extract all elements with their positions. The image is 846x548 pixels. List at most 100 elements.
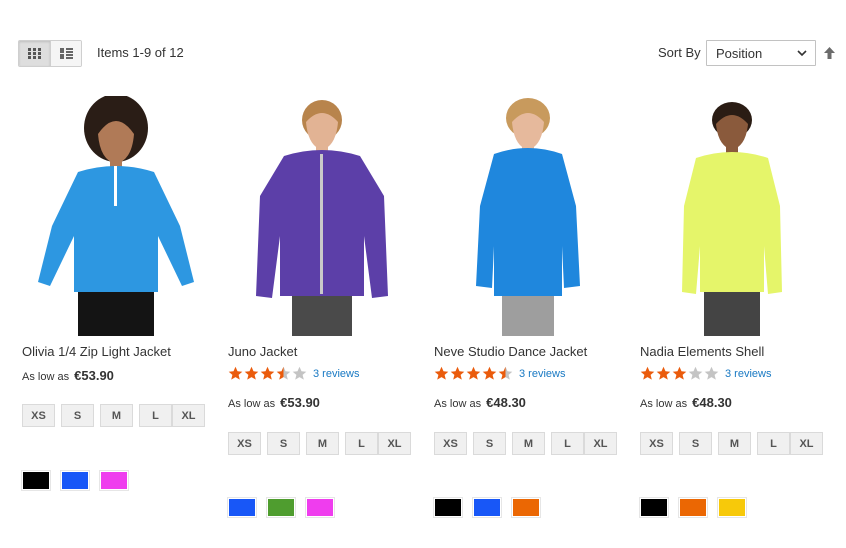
star-icon bbox=[640, 366, 655, 380]
product-item: Juno Jacket 3 reviews As low as €53.90 X… bbox=[224, 96, 420, 518]
size-option[interactable]: L bbox=[345, 432, 378, 455]
list-icon bbox=[59, 48, 73, 59]
toolbar-amount: Items 1-9 of 12 bbox=[97, 45, 184, 60]
size-options: XS S M L XL bbox=[640, 432, 830, 461]
color-swatch[interactable] bbox=[266, 497, 296, 518]
color-swatch[interactable] bbox=[305, 497, 335, 518]
product-name[interactable]: Neve Studio Dance Jacket bbox=[434, 344, 587, 359]
size-option[interactable]: S bbox=[679, 432, 712, 455]
star-icon bbox=[260, 366, 275, 380]
star-icon bbox=[244, 366, 259, 380]
star-icon bbox=[688, 366, 703, 380]
size-option[interactable]: L bbox=[139, 404, 172, 427]
color-options bbox=[433, 497, 551, 518]
product-price: As low as €53.90 bbox=[228, 395, 320, 410]
product-price: As low as €48.30 bbox=[434, 395, 526, 410]
products-toolbar: Items 1-9 of 12 Sort By Position bbox=[18, 40, 836, 67]
star-icon bbox=[704, 366, 719, 380]
grid-view-button[interactable] bbox=[19, 41, 50, 66]
size-options: XS S M L XL bbox=[228, 432, 418, 461]
star-icon bbox=[466, 366, 481, 380]
color-swatch[interactable] bbox=[227, 497, 257, 518]
product-rating: 3 reviews bbox=[434, 366, 565, 381]
product-image[interactable] bbox=[430, 96, 626, 336]
star-icon bbox=[228, 366, 243, 380]
product-garment bbox=[682, 152, 782, 294]
size-option[interactable]: XS bbox=[228, 432, 261, 455]
list-view-button[interactable] bbox=[50, 41, 81, 66]
size-option[interactable]: L bbox=[757, 432, 790, 455]
color-swatch[interactable] bbox=[639, 497, 669, 518]
price-value: €53.90 bbox=[280, 395, 320, 410]
product-name[interactable]: Olivia 1/4 Zip Light Jacket bbox=[22, 344, 171, 359]
size-option[interactable]: M bbox=[306, 432, 339, 455]
product-rating: 3 reviews bbox=[640, 366, 771, 381]
sort-by-value: Position bbox=[716, 46, 763, 61]
star-icon bbox=[434, 366, 449, 380]
star-icon bbox=[656, 366, 671, 380]
color-swatch[interactable] bbox=[60, 470, 90, 491]
color-swatch[interactable] bbox=[717, 497, 747, 518]
reviews-link[interactable]: 3 reviews bbox=[313, 368, 359, 380]
color-options bbox=[227, 497, 345, 518]
product-name[interactable]: Juno Jacket bbox=[228, 344, 297, 359]
rating-stars bbox=[434, 366, 514, 381]
size-option[interactable]: XL bbox=[584, 432, 617, 455]
color-swatch[interactable] bbox=[472, 497, 502, 518]
size-option[interactable]: XL bbox=[172, 404, 205, 427]
size-option[interactable]: M bbox=[100, 404, 133, 427]
color-swatch[interactable] bbox=[433, 497, 463, 518]
product-price: As low as €48.30 bbox=[640, 395, 732, 410]
color-swatch[interactable] bbox=[678, 497, 708, 518]
color-options bbox=[639, 497, 757, 518]
product-price: As low as €53.90 bbox=[22, 368, 114, 383]
size-option[interactable]: XL bbox=[378, 432, 411, 455]
size-option[interactable]: XL bbox=[790, 432, 823, 455]
rating-stars bbox=[640, 366, 720, 381]
price-value: €48.30 bbox=[486, 395, 526, 410]
reviews-link[interactable]: 3 reviews bbox=[519, 368, 565, 380]
price-prefix: As low as bbox=[22, 371, 70, 383]
star-icon bbox=[482, 366, 497, 380]
sort-by-select[interactable]: Position bbox=[706, 40, 816, 66]
price-value: €48.30 bbox=[692, 395, 732, 410]
size-options: XS S M L XL bbox=[434, 432, 624, 461]
product-item: Nadia Elements Shell 3 reviews As low as… bbox=[636, 96, 832, 518]
size-option[interactable]: M bbox=[718, 432, 751, 455]
chevron-down-icon bbox=[797, 50, 807, 57]
size-option[interactable]: S bbox=[267, 432, 300, 455]
size-option[interactable]: XS bbox=[640, 432, 673, 455]
product-image[interactable] bbox=[18, 96, 214, 336]
color-swatch[interactable] bbox=[99, 470, 129, 491]
product-image[interactable] bbox=[636, 96, 832, 336]
color-swatch[interactable] bbox=[511, 497, 541, 518]
size-options: XS S M L XL bbox=[22, 404, 212, 433]
size-option[interactable]: M bbox=[512, 432, 545, 455]
product-rating: 3 reviews bbox=[228, 366, 359, 381]
star-icon bbox=[292, 366, 307, 380]
size-option[interactable]: S bbox=[61, 404, 94, 427]
product-name[interactable]: Nadia Elements Shell bbox=[640, 344, 764, 359]
product-item: Neve Studio Dance Jacket 3 reviews As lo… bbox=[430, 96, 626, 518]
size-option[interactable]: L bbox=[551, 432, 584, 455]
rating-stars bbox=[228, 366, 308, 381]
size-option[interactable]: S bbox=[473, 432, 506, 455]
product-item: Olivia 1/4 Zip Light Jacket As low as €5… bbox=[18, 96, 214, 491]
star-icon bbox=[450, 366, 465, 380]
reviews-link[interactable]: 3 reviews bbox=[725, 368, 771, 380]
price-value: €53.90 bbox=[74, 368, 114, 383]
sort-by-label: Sort By bbox=[658, 45, 701, 60]
color-options bbox=[21, 470, 139, 491]
grid-icon bbox=[28, 48, 41, 59]
price-prefix: As low as bbox=[434, 398, 482, 410]
view-mode-switcher bbox=[18, 40, 82, 67]
star-icon bbox=[672, 366, 687, 380]
arrow-up-icon bbox=[823, 47, 835, 59]
size-option[interactable]: XS bbox=[22, 404, 55, 427]
size-option[interactable]: XS bbox=[434, 432, 467, 455]
price-prefix: As low as bbox=[228, 398, 276, 410]
sort-direction-button[interactable] bbox=[822, 44, 836, 62]
product-image[interactable] bbox=[224, 96, 420, 336]
star-icon bbox=[276, 366, 291, 380]
color-swatch[interactable] bbox=[21, 470, 51, 491]
